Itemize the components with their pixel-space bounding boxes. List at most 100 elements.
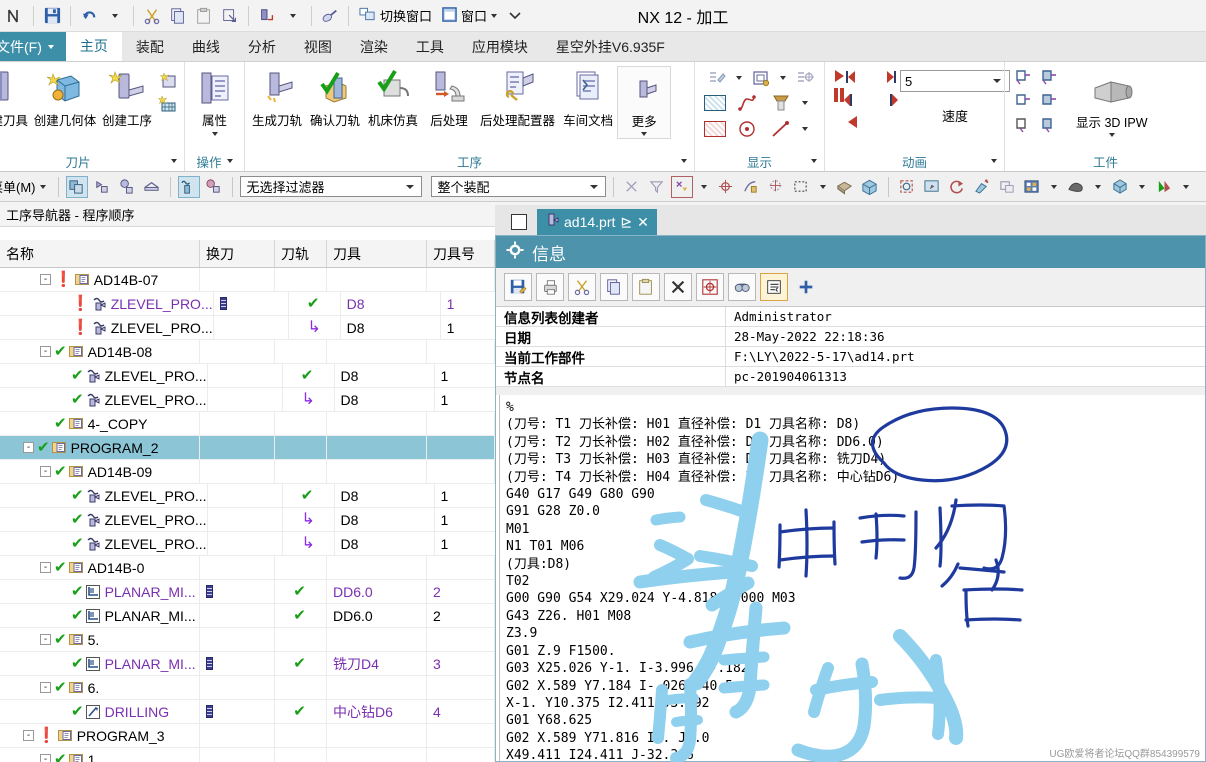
table-row[interactable]: ✔ 4-_COPY — [0, 412, 495, 436]
save-icon[interactable] — [39, 3, 65, 29]
operation-group-dialog-launcher[interactable] — [226, 159, 233, 163]
shop-documentation-button[interactable]: 车间文档 — [559, 66, 617, 131]
step-back-icon[interactable] — [844, 93, 858, 110]
display-tool-shape-dropdown-icon[interactable] — [802, 101, 808, 105]
select-features-icon[interactable] — [91, 176, 113, 198]
paste-special-icon[interactable] — [217, 3, 243, 29]
table-row[interactable]: ✔ PLANAR_MI... ✔ 铣刀D4 3 — [0, 652, 495, 676]
restore-window-button[interactable] — [511, 214, 527, 230]
chevron-down-icon[interactable] — [993, 79, 1001, 83]
column-header-toolchange[interactable]: 换刀 — [200, 240, 275, 267]
select-body-icon[interactable] — [116, 176, 138, 198]
tree-cell-name[interactable]: ✔ 4-_COPY — [0, 412, 200, 435]
snap-filter-icon[interactable] — [646, 176, 668, 198]
generate-toolpath-button[interactable]: 生成刀轨 — [248, 66, 306, 131]
save-icon[interactable] — [504, 273, 532, 301]
properties-button[interactable]: 属性 — [188, 66, 242, 138]
tab-home[interactable]: 主页 — [65, 32, 122, 61]
create-operation-button[interactable]: 创建工序 — [99, 66, 155, 131]
display-line-dropdown-icon[interactable] — [802, 127, 808, 131]
tab-assemblies[interactable]: 装配 — [122, 32, 178, 61]
display-tool-dropdown-icon[interactable] — [736, 76, 742, 80]
fit-view-icon[interactable] — [896, 176, 918, 198]
shaded-display-icon[interactable] — [834, 176, 856, 198]
table-row[interactable]: ✔ ZLEVEL_PRO... ↳ D8 1 — [0, 508, 495, 532]
paste-icon[interactable] — [632, 273, 660, 301]
close-icon[interactable]: ✕ — [637, 214, 649, 231]
snap-point-icon[interactable] — [670, 175, 693, 198]
tree-cell-name[interactable]: ✔ ZLEVEL_PRO... — [0, 532, 208, 555]
window-button[interactable]: 窗口 — [437, 3, 502, 29]
display-tool-icon[interactable] — [704, 66, 730, 90]
orientation-dropdown-icon[interactable] — [1134, 174, 1150, 200]
view-layout-dropdown-icon[interactable] — [1046, 174, 1062, 200]
show-3d-ipw-button[interactable]: 显示 3D IPW — [1072, 68, 1152, 139]
tree-cell-name[interactable]: - ✔ PROGRAM_2 — [0, 436, 200, 459]
ipw-view-3-icon[interactable] — [1014, 92, 1040, 116]
tree-cell-name[interactable]: ❗ ZLEVEL_PRO... — [0, 292, 214, 315]
information-code-area[interactable]: % (刀号: T1 刀长补偿: H01 直径补偿: D1 刀具名称: D8) (… — [496, 387, 1205, 761]
tree-expander-icon[interactable]: - — [40, 466, 51, 477]
table-row[interactable]: ✔ ZLEVEL_PRO... ✔ D8 1 — [0, 364, 495, 388]
display-line-icon[interactable] — [768, 117, 794, 141]
display-spline-icon[interactable] — [734, 91, 760, 115]
target-icon[interactable] — [696, 273, 724, 301]
tree-cell-name[interactable]: - ✔ 1 — [0, 748, 200, 762]
process-group-dialog-launcher[interactable] — [681, 159, 687, 163]
window-dropdown-icon[interactable] — [491, 13, 498, 18]
wordwrap-icon[interactable] — [760, 273, 788, 301]
selection-filter-combo[interactable]: 无选择过滤器 — [239, 176, 422, 197]
tree-expander-icon[interactable]: - — [23, 442, 34, 453]
ipw-view-5-icon[interactable] — [1014, 116, 1040, 140]
view-layout-icon[interactable] — [1021, 176, 1043, 198]
tab-view[interactable]: 视图 — [290, 32, 346, 61]
properties-dropdown-icon[interactable] — [211, 132, 218, 136]
animation-speed-combo[interactable]: 5 — [900, 70, 1010, 92]
table-row[interactable]: - ✔ 5. — [0, 628, 495, 652]
blade-group-dialog-launcher[interactable] — [171, 159, 177, 163]
table-row[interactable]: - ✔ AD14B-0 — [0, 556, 495, 580]
find-icon[interactable] — [728, 273, 756, 301]
table-row[interactable]: - ❗ PROGRAM_3 — [0, 724, 495, 748]
tree-expander-icon[interactable]: - — [40, 682, 51, 693]
table-row[interactable]: - ✔ 1 — [0, 748, 495, 762]
cut-icon[interactable] — [568, 273, 596, 301]
tab-addon[interactable]: 星空外挂V6.935F — [542, 32, 679, 61]
display-region-dropdown-icon[interactable] — [780, 76, 786, 80]
erase-icon[interactable] — [317, 3, 343, 29]
tree-cell-name[interactable]: ✔ PLANAR_MI... — [0, 652, 200, 675]
tree-cell-name[interactable]: ❗ ZLEVEL_PRO... — [0, 316, 214, 339]
tab-analysis[interactable]: 分析 — [234, 32, 290, 61]
table-row[interactable]: ❗ ZLEVEL_PRO... ↳ D8 1 — [0, 316, 495, 340]
table-row[interactable]: - ✔ 6. — [0, 676, 495, 700]
display-blank-region-icon[interactable] — [704, 95, 726, 111]
qat-overflow-icon[interactable] — [502, 3, 528, 29]
snap-quadrant-icon[interactable] — [765, 176, 787, 198]
table-row[interactable]: - ✔ AD14B-08 — [0, 340, 495, 364]
copy-icon[interactable] — [600, 273, 628, 301]
switch-window-button[interactable]: 切换窗口 — [354, 3, 437, 29]
select-feature-geometry-icon[interactable] — [203, 176, 225, 198]
postprocess-button[interactable]: 后处理 — [422, 66, 476, 131]
tab-render[interactable]: 渲染 — [346, 32, 402, 61]
tree-cell-name[interactable]: ✔ ZLEVEL_PRO... — [0, 388, 208, 411]
snap-all-icon[interactable] — [621, 176, 643, 198]
chevron-down-icon[interactable] — [405, 184, 414, 189]
more-button[interactable]: 更多 — [617, 66, 672, 139]
part-tab-ad14[interactable]: ad14.prt ⊵ ✕ — [537, 209, 657, 235]
pan-icon[interactable] — [921, 176, 943, 198]
create-geometry-button[interactable]: 创建几何体 — [31, 66, 99, 131]
pause-icon[interactable] — [834, 88, 844, 102]
tree-cell-name[interactable]: ✔ ZLEVEL_PRO... — [0, 484, 208, 507]
postprocess-configurator-button[interactable]: 后处理配置器 — [476, 66, 559, 131]
select-toolpath-icon[interactable] — [177, 175, 200, 198]
ipw-view-1-icon[interactable] — [1014, 68, 1040, 92]
tab-file[interactable]: 文件(F) — [0, 32, 66, 61]
menu-dropdown-icon[interactable] — [39, 184, 46, 189]
select-general-objects-icon[interactable] — [65, 175, 88, 198]
verify-toolpath-button[interactable]: 确认刀轨 — [306, 66, 364, 131]
insert-icon[interactable] — [254, 3, 280, 29]
table-row[interactable]: ✔ DRILLING ✔ 中心钻D6 4 — [0, 700, 495, 724]
tab-curve[interactable]: 曲线 — [178, 32, 234, 61]
table-row[interactable]: ✔ ZLEVEL_PRO... ↳ D8 1 — [0, 532, 495, 556]
